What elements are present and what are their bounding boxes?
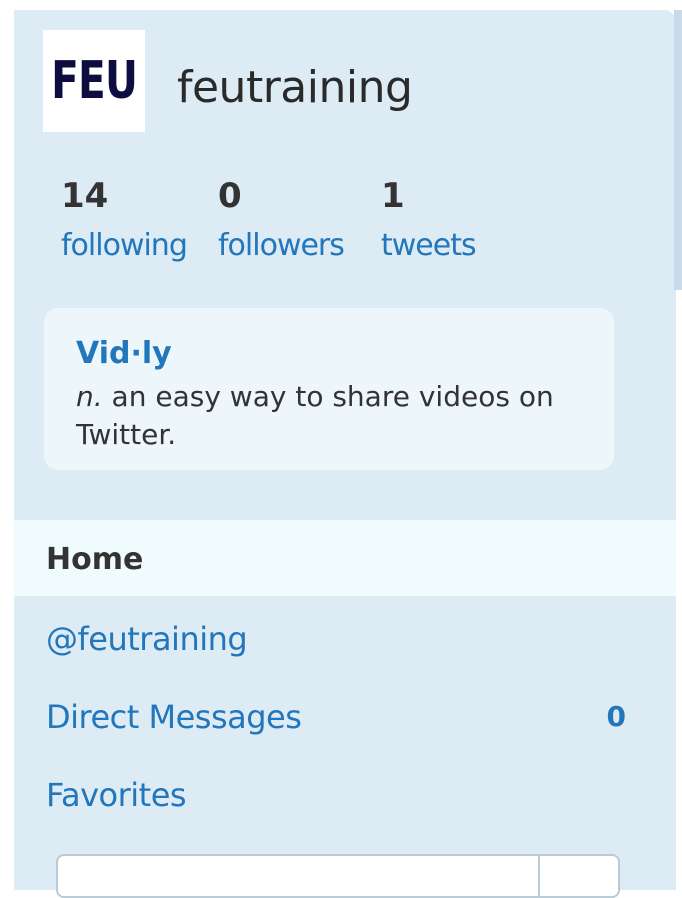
nav-item-direct-messages[interactable]: Direct Messages [46, 698, 302, 736]
stat-count: 1 [381, 176, 405, 216]
stat-tweets[interactable]: 1 tweets [381, 176, 477, 264]
direct-messages-count-badge: 0 [606, 700, 626, 733]
stat-following[interactable]: 14 following [61, 176, 188, 264]
profile-username[interactable]: feutraining [177, 62, 413, 113]
promo-part-of-speech: n. [76, 380, 103, 413]
nav-item-favorites[interactable]: Favorites [46, 776, 187, 814]
promo-definition: an easy way to share videos on Twitter. [76, 380, 554, 451]
stat-label[interactable]: tweets [381, 228, 477, 264]
avatar-logo-text: FEU [50, 51, 138, 111]
nav-home-label: Home [46, 542, 144, 577]
nav-item-mentions[interactable]: @feutraining [46, 620, 248, 658]
promo-title[interactable]: Vid·ly [76, 336, 172, 371]
stat-label[interactable]: followers [218, 228, 345, 264]
stat-count: 0 [218, 176, 242, 216]
promo-box[interactable]: Vid·ly n. an easy way to share videos on… [44, 308, 614, 470]
stat-label[interactable]: following [61, 228, 188, 264]
profile-avatar[interactable]: FEU [43, 30, 145, 132]
search-button-divider [538, 856, 540, 896]
scrollbar[interactable] [674, 10, 682, 290]
promo-description: n. an easy way to share videos on Twitte… [76, 378, 596, 454]
stat-count: 14 [61, 176, 109, 216]
nav-item-home[interactable]: Home [14, 520, 676, 596]
stat-followers[interactable]: 0 followers [218, 176, 345, 264]
search-input[interactable] [56, 854, 620, 898]
